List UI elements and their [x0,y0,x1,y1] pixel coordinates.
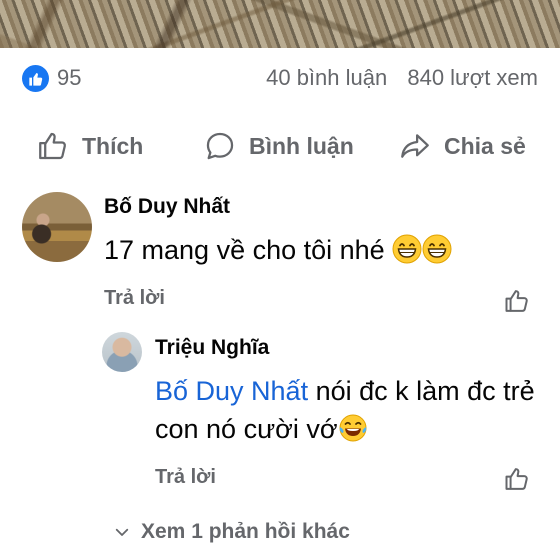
comment-button-label: Bình luận [249,132,354,159]
avatar[interactable] [102,332,142,372]
post-stats: 95 40 bình luận 840 lượt xem [22,62,538,94]
reply-link[interactable]: Trả lời [104,287,165,310]
comment-text: 17 mang về cho tôi nhé [104,231,452,274]
avatar[interactable] [22,192,92,262]
thumbs-up-icon [39,132,66,160]
comment-body: 17 mang về cho tôi nhé [104,235,385,265]
reaction-count[interactable]: 95 [57,65,81,91]
view-count: 840 lượt xem [407,65,538,90]
reply-link[interactable]: Trả lời [155,466,216,489]
comment-like-icon[interactable] [503,287,531,320]
comment-author[interactable]: Bố Duy Nhất [104,195,230,219]
face-with-tears-of-joy-emoji-icon [338,413,368,453]
post-action-bar: Thích Bình luận Chia sẻ [0,120,560,172]
like-reaction-icon[interactable] [22,65,49,92]
comment-text: Bố Duy Nhất nói đc k làm đc trẻ con nó c… [155,372,535,453]
grinning-face-emoji-icon [392,234,422,274]
like-button-label: Thích [82,132,144,159]
mention-link[interactable]: Bố Duy Nhất [155,376,308,406]
chevron-down-icon [115,528,129,536]
like-button[interactable]: Thích [36,126,143,166]
comment-count[interactable]: 40 bình luận [266,65,387,90]
post-comments-screen: 95 40 bình luận 840 lượt xem Thích Bình … [0,0,560,560]
share-arrow-icon [401,134,429,158]
share-button[interactable]: Chia sẻ [398,126,526,166]
grinning-face-emoji-icon [422,234,452,274]
comment-author[interactable]: Triệu Nghĩa [155,336,269,360]
view-more-replies-label: Xem 1 phản hồi khác [141,520,350,543]
comment-button[interactable]: Bình luận [203,126,354,166]
speech-bubble-icon [206,132,234,160]
share-button-label: Chia sẻ [444,132,526,159]
stats-right: 40 bình luận 840 lượt xem [266,65,538,91]
post-media-image[interactable] [0,0,560,48]
view-more-replies-link[interactable]: Xem 1 phản hồi khác [113,520,350,544]
comment-like-icon[interactable] [503,465,531,498]
